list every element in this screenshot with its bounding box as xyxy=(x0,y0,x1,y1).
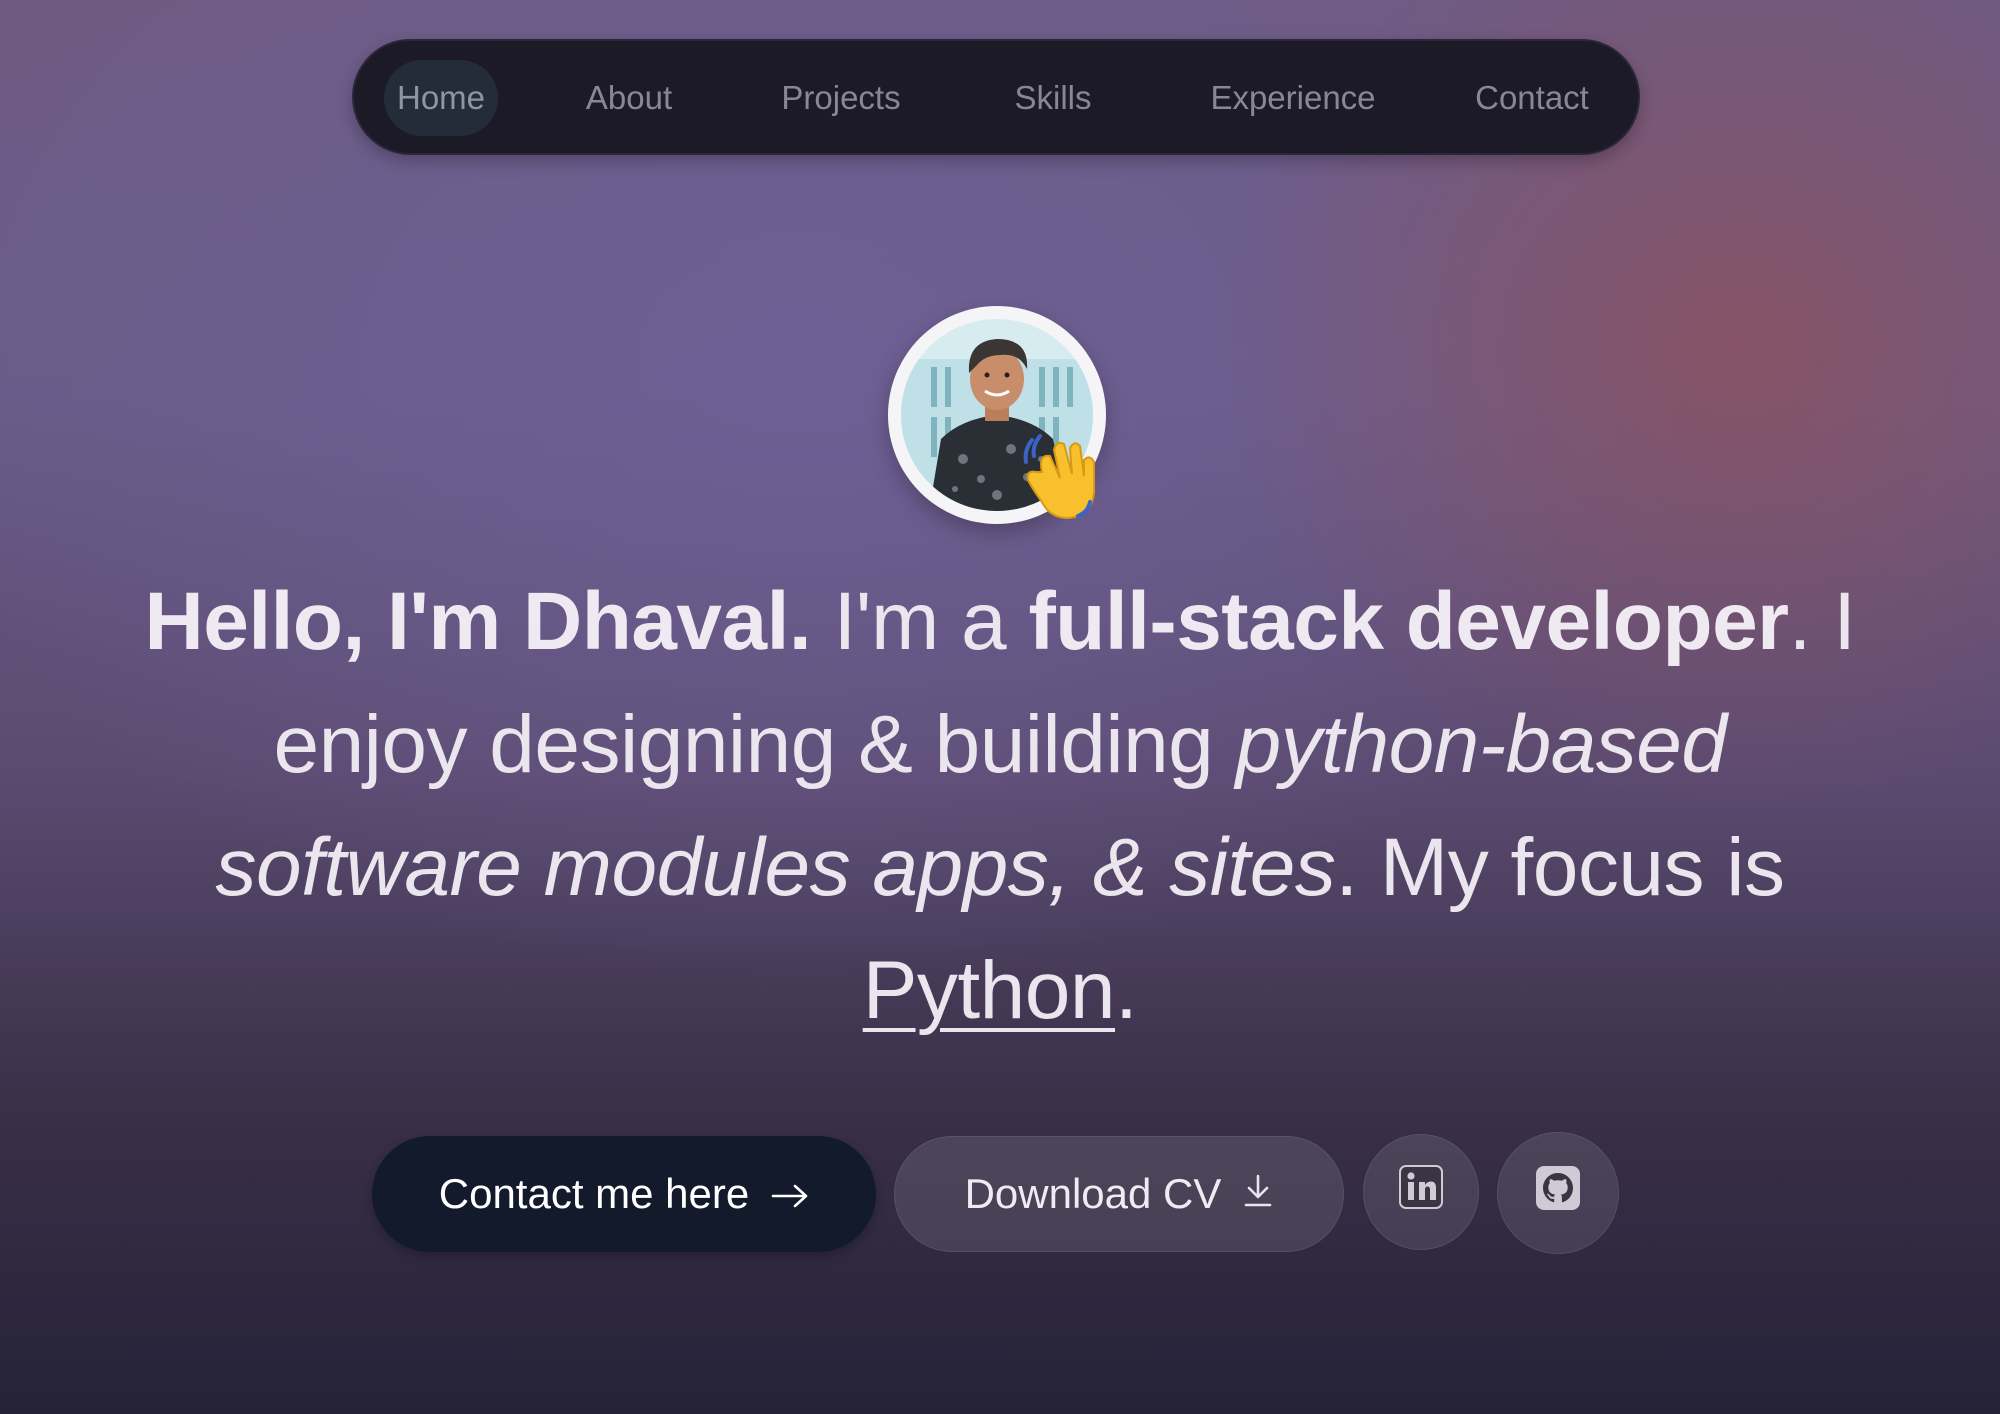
role-text: full-stack developer xyxy=(1028,576,1789,667)
focus-prefix-text: . My focus is xyxy=(1335,822,1785,913)
nav-item-contact[interactable]: Contact xyxy=(1460,60,1604,136)
hero-headline: Hello, I'm Dhaval. I'm a full-stack deve… xyxy=(140,560,1860,1052)
role-period: . xyxy=(1788,576,1812,667)
nav-item-skills[interactable]: Skills xyxy=(998,60,1108,136)
top-navigation: Home About Projects Skills Experience Co… xyxy=(352,39,1640,155)
greeting-text: Hello, I'm Dhaval. xyxy=(144,576,812,667)
download-icon xyxy=(1243,1170,1273,1218)
contact-button-label: Contact me here xyxy=(438,1170,750,1217)
waving-hand-icon xyxy=(1020,432,1098,522)
intro-text: I'm a xyxy=(833,576,1007,667)
linkedin-button[interactable] xyxy=(1363,1134,1479,1250)
download-cv-label: Download CV xyxy=(964,1170,1222,1217)
contact-button[interactable]: Contact me here xyxy=(372,1136,876,1252)
nav-item-about[interactable]: About xyxy=(574,60,684,136)
linkedin-icon xyxy=(1399,1165,1443,1219)
arrow-right-icon xyxy=(771,1170,809,1218)
nav-item-home[interactable]: Home xyxy=(384,60,498,136)
nav-item-experience[interactable]: Experience xyxy=(1190,60,1396,136)
nav-item-projects[interactable]: Projects xyxy=(766,60,916,136)
download-cv-button[interactable]: Download CV xyxy=(894,1136,1344,1252)
end-period: . xyxy=(1115,945,1138,1036)
github-icon xyxy=(1535,1165,1581,1221)
github-button[interactable] xyxy=(1497,1132,1619,1254)
focus-link[interactable]: Python xyxy=(863,945,1116,1036)
